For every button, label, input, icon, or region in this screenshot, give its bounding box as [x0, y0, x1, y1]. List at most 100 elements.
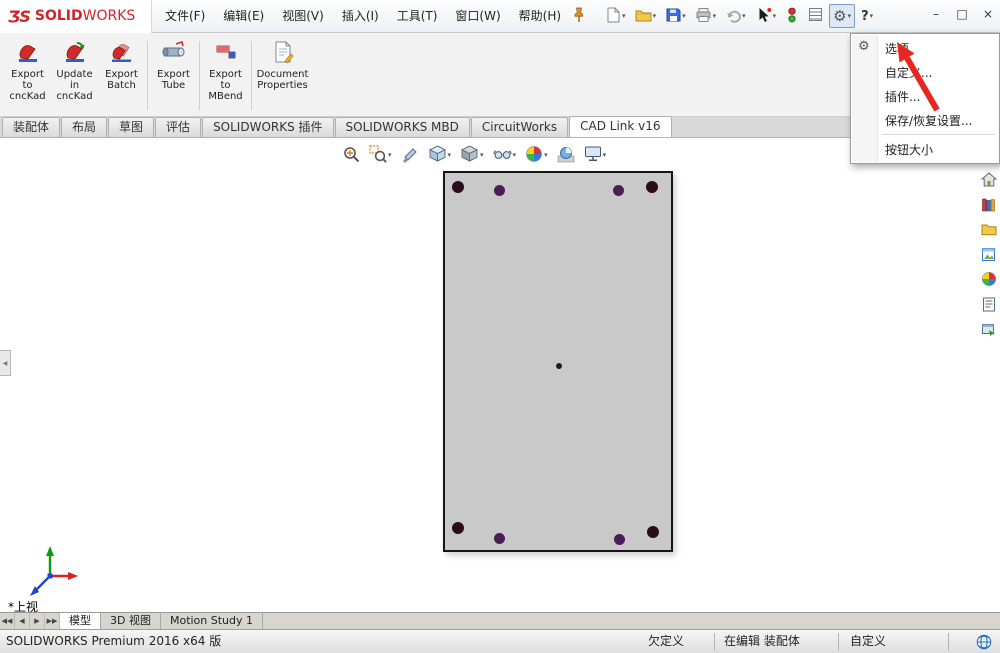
window-arrow-icon — [981, 322, 996, 340]
command-list-button[interactable] — [805, 4, 826, 28]
edit-appearance-button[interactable]: ▾ — [523, 144, 550, 166]
menu-edit[interactable]: 编辑(E) — [214, 0, 273, 33]
hide-show-items-button[interactable]: ▾ — [491, 144, 519, 166]
minimize-button[interactable]: – — [926, 6, 946, 24]
menu-item-save-restore-settings[interactable]: 保存/恢复设置... — [852, 108, 998, 132]
update-in-cnckad-button[interactable]: Update in cncKad — [51, 37, 98, 114]
menu-item-addins[interactable]: 插件... — [852, 84, 998, 108]
ribbon-separator — [147, 41, 148, 110]
graphics-area[interactable]: ▾ ▾ ▾ ▾ ▾ ▾ ◀ *上视 — [0, 138, 1000, 614]
fastener-bottom-left[interactable] — [494, 533, 505, 544]
hole-top-right[interactable] — [646, 181, 658, 193]
menu-insert[interactable]: 插入(I) — [333, 0, 388, 33]
globe-icon[interactable] — [976, 634, 992, 653]
chevron-down-icon: ▾ — [682, 12, 686, 20]
design-library-button[interactable] — [978, 195, 999, 216]
tab-3d-views[interactable]: 3D 视图 — [101, 613, 161, 629]
window-controls: – □ × — [926, 6, 998, 24]
tab-motion-study-1[interactable]: Motion Study 1 — [160, 613, 264, 629]
appearances-scenes-button[interactable] — [978, 270, 999, 291]
feature-tree-collapse-handle[interactable]: ◀ — [0, 350, 11, 376]
menu-item-label: 自定义... — [885, 65, 933, 80]
menu-item-button-size[interactable]: 按钮大小 — [852, 137, 998, 161]
zoom-to-fit-button[interactable] — [340, 144, 362, 166]
forum-button[interactable] — [978, 320, 999, 341]
custom-properties-button[interactable] — [978, 295, 999, 316]
previous-tab-button[interactable]: ◀ — [15, 613, 30, 629]
menu-item-options[interactable]: ⚙ 选项 — [852, 36, 998, 60]
print-button[interactable]: ▾ — [692, 4, 720, 28]
fastener-top-right[interactable] — [613, 185, 624, 196]
menu-item-customize[interactable]: 自定义... — [852, 60, 998, 84]
tab-solidworks-mbd[interactable]: SOLIDWORKS MBD — [334, 117, 470, 137]
status-separator — [948, 633, 949, 650]
export-to-cnckad-button[interactable]: Export to cncKad — [4, 37, 51, 114]
chevron-down-icon: ▾ — [652, 12, 657, 20]
tab-evaluate[interactable]: 评估 — [155, 117, 202, 137]
zoom-to-area-button[interactable]: ▾ — [367, 144, 394, 166]
apply-scene-button[interactable] — [555, 144, 577, 166]
center-point[interactable] — [556, 363, 562, 369]
export-mbend-icon — [213, 40, 239, 67]
menu-item-label: 保存/恢复设置... — [885, 113, 973, 128]
button-label: Export Tube — [157, 69, 190, 91]
section-view-button[interactable] — [399, 144, 421, 166]
status-customize-button[interactable]: 自定义 — [850, 630, 886, 653]
undo-button[interactable]: ▾ — [722, 4, 749, 28]
gear-icon: ⚙ — [833, 6, 847, 25]
view-palette-icon — [981, 247, 996, 265]
menu-file[interactable]: 文件(F) — [156, 0, 214, 33]
tab-circuitworks[interactable]: CircuitWorks — [470, 117, 569, 137]
next-tab-button[interactable]: ▶ — [30, 613, 45, 629]
tab-solidworks-addins[interactable]: SOLIDWORKS 插件 — [202, 117, 334, 137]
open-button[interactable]: ▾ — [632, 4, 660, 28]
tab-model[interactable]: 模型 — [60, 613, 101, 629]
file-explorer-button[interactable] — [978, 220, 999, 241]
export-to-mbend-button[interactable]: Export to MBend — [202, 37, 249, 114]
chevron-down-icon: ▾ — [622, 12, 626, 20]
fastener-top-left[interactable] — [494, 185, 505, 196]
select-button[interactable]: ▾ — [752, 4, 780, 28]
view-settings-button[interactable]: ▾ — [582, 144, 609, 166]
first-tab-button[interactable]: ◀◀ — [0, 613, 15, 629]
solidworks-resources-button[interactable] — [978, 170, 999, 191]
close-button[interactable]: × — [978, 6, 998, 24]
new-document-button[interactable]: ▾ — [602, 4, 629, 28]
view-orientation-button[interactable]: ▾ — [426, 144, 454, 166]
zoom-to-fit-icon — [342, 145, 360, 166]
tab-cad-link-v16[interactable]: CAD Link v16 — [569, 116, 672, 137]
rebuild-lights-button[interactable] — [782, 4, 802, 28]
hole-bottom-right[interactable] — [647, 526, 659, 538]
options-button[interactable]: ⚙ ▾ — [829, 4, 856, 28]
export-batch-icon — [109, 40, 135, 67]
hole-top-left[interactable] — [452, 181, 464, 193]
menu-window[interactable]: 窗口(W) — [446, 0, 509, 33]
help-button[interactable]: ? ▾ — [858, 4, 876, 28]
hole-bottom-left[interactable] — [452, 522, 464, 534]
view-palette-button[interactable] — [978, 245, 999, 266]
menu-view[interactable]: 视图(V) — [273, 0, 333, 33]
save-button[interactable]: ▾ — [662, 4, 689, 28]
export-batch-button[interactable]: Export Batch — [98, 37, 145, 114]
folder-icon — [981, 222, 997, 239]
document-properties-button[interactable]: Document Properties — [254, 37, 311, 114]
last-tab-button[interactable]: ▶▶ — [45, 613, 60, 629]
display-style-button[interactable]: ▾ — [458, 144, 486, 166]
brand-works: WORKS — [82, 8, 136, 24]
export-tube-button[interactable]: Export Tube — [150, 37, 197, 114]
traffic-light-icon — [785, 7, 799, 26]
menu-item-label: 选项 — [885, 41, 910, 56]
undo-icon — [725, 7, 742, 26]
tab-sketch[interactable]: 草图 — [108, 117, 155, 137]
chevron-down-icon: ▾ — [712, 12, 717, 20]
tab-assembly[interactable]: 装配体 — [2, 117, 61, 137]
open-folder-icon — [635, 7, 652, 26]
maximize-button[interactable]: □ — [952, 6, 972, 24]
menu-tools[interactable]: 工具(T) — [388, 0, 447, 33]
fastener-bottom-right[interactable] — [614, 534, 625, 545]
pin-menu-button[interactable] — [572, 7, 586, 26]
scene-icon — [557, 145, 575, 166]
menu-help[interactable]: 帮助(H) — [510, 0, 570, 33]
assembly-part-plate[interactable] — [443, 171, 673, 552]
tab-layout[interactable]: 布局 — [61, 117, 108, 137]
